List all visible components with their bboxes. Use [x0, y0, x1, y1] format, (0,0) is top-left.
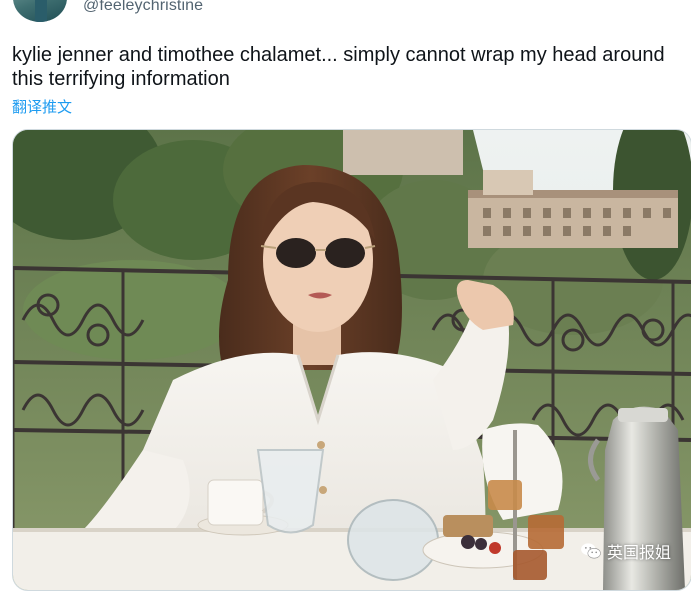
translate-tweet-link[interactable]: 翻译推文	[12, 96, 72, 117]
photo-illustration	[13, 130, 691, 590]
watermark: 英国报姐	[580, 539, 671, 563]
user-handle[interactable]: @feeleychristine	[83, 0, 203, 15]
tweet-header: @feeleychristine	[0, 0, 691, 24]
avatar[interactable]	[13, 0, 67, 22]
tweet-text: kylie jenner and timothee chalamet... si…	[12, 44, 665, 90]
watermark-label: 英国报姐	[606, 545, 671, 562]
wechat-icon	[581, 543, 601, 559]
avatar-figure	[35, 0, 47, 22]
tweet-photo[interactable]	[12, 129, 691, 591]
